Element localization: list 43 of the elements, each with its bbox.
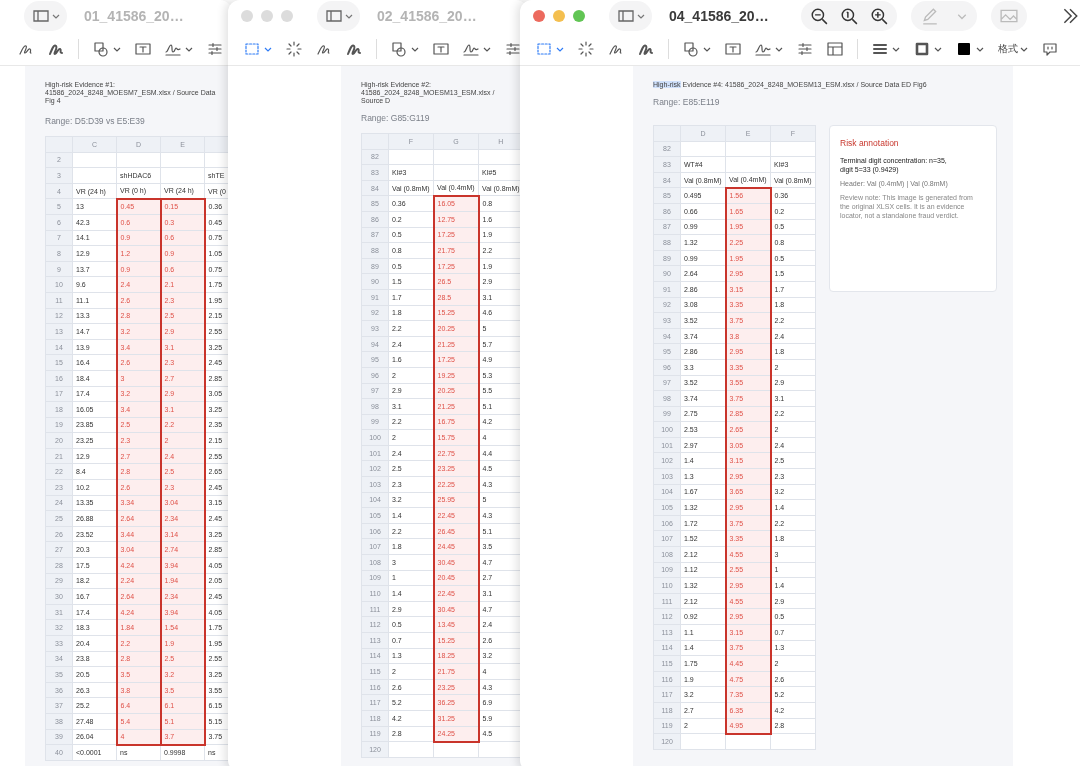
chevron-icon xyxy=(52,12,60,20)
window-title: 01_41586_20… xyxy=(84,8,184,24)
sliders-icon xyxy=(207,40,223,57)
sidebar-icon xyxy=(326,8,342,24)
magic-wand-icon xyxy=(286,40,302,57)
text-box-icon xyxy=(135,40,151,57)
table-corner xyxy=(45,136,73,153)
table-corner xyxy=(361,133,389,150)
sliders-icon xyxy=(505,40,521,57)
range-label: Range: G85:G119 xyxy=(361,113,431,123)
sidebar-icon xyxy=(618,8,634,24)
window-title: 02_41586_20… xyxy=(377,8,477,24)
zoom-in-icon xyxy=(869,7,888,25)
pen-icon xyxy=(920,7,939,25)
image-frame-icon xyxy=(999,7,1018,25)
sidebar-toggle-button[interactable] xyxy=(24,1,67,31)
speech-bubble-icon xyxy=(1042,40,1058,57)
sidebar-toggle-button[interactable] xyxy=(317,1,360,31)
text-box-icon xyxy=(725,40,741,57)
dashed-rectangle-icon xyxy=(244,40,260,57)
sidebar-icon xyxy=(33,8,49,24)
sidebar-toggle-button[interactable] xyxy=(609,1,652,31)
chevron-icon xyxy=(637,12,645,20)
square-outline-icon xyxy=(914,40,930,57)
window-title: 04_41586_20… xyxy=(669,8,769,24)
annotation-title: Risk annotation xyxy=(840,138,900,148)
shapes-icon xyxy=(683,40,699,57)
zoom-out-icon xyxy=(809,7,828,25)
magic-wand-icon xyxy=(578,40,594,57)
sliders-icon xyxy=(797,40,813,57)
text-box-icon xyxy=(433,40,449,57)
magnifier-icon xyxy=(839,7,858,25)
format-menu[interactable]: 格式 xyxy=(998,37,1028,60)
dashed-rectangle-icon xyxy=(536,40,552,57)
shapes-icon xyxy=(93,40,109,57)
shapes-icon xyxy=(391,40,407,57)
table-corner xyxy=(653,125,681,142)
range-label: Range: D5:D39 vs E5:E39 xyxy=(45,116,146,126)
close-button[interactable] xyxy=(533,10,545,22)
chevron-icon xyxy=(345,12,353,20)
layout-icon xyxy=(827,40,843,57)
chevron-icon xyxy=(956,11,967,21)
range-label: Range: E85:E119 xyxy=(653,97,721,107)
